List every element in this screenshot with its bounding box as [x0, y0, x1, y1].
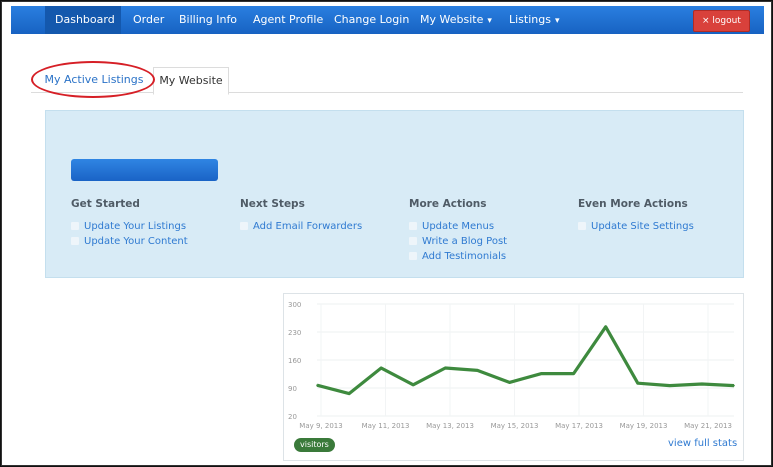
envelope-icon	[240, 222, 248, 230]
nav-listings[interactable]: Listings ▾	[509, 6, 560, 34]
link-add-email-forwarders[interactable]: Add Email Forwarders	[240, 221, 362, 232]
chevron-down-icon: ▾	[554, 16, 560, 26]
x-tick-label: May 9, 2013	[299, 422, 342, 430]
x-tick-label: May 19, 2013	[620, 422, 668, 430]
visitors-point	[604, 326, 607, 328]
y-tick-label: 20	[288, 413, 297, 421]
column-title-get-started: Get Started	[71, 198, 140, 210]
logout-button[interactable]: × logout	[693, 10, 750, 32]
nav-dashboard[interactable]: Dashboard	[45, 6, 121, 34]
link-update-menus[interactable]: Update Menus	[409, 221, 494, 232]
link-update-your-listings[interactable]: Update Your Listings	[71, 221, 186, 232]
top-navbar: Dashboard Order Billing Info Agent Profi…	[11, 6, 764, 34]
link-add-testimonials[interactable]: Add Testimonials	[409, 251, 506, 262]
visitors-point	[316, 384, 318, 386]
visitors-point	[508, 381, 511, 384]
pencil-icon	[409, 237, 417, 245]
document-icon	[71, 237, 79, 245]
x-tick-label: May 17, 2013	[555, 422, 603, 430]
nav-change-login[interactable]: Change Login	[334, 6, 409, 34]
column-title-more-actions: More Actions	[409, 198, 487, 210]
y-tick-label: 230	[288, 329, 301, 337]
chevron-down-icon: ▾	[487, 16, 492, 26]
x-tick-label: May 21, 2013	[684, 422, 732, 430]
view-full-stats-link[interactable]: view full stats	[668, 438, 737, 449]
x-tick-label: May 13, 2013	[426, 422, 474, 430]
visitors-point	[669, 384, 671, 387]
y-tick-label: 90	[288, 385, 297, 393]
progress-bar	[71, 159, 218, 181]
visitors-point	[380, 367, 382, 369]
chart-svg: 300 230 160 90 20May 9, 2013 May 11, 2013 May …	[288, 301, 735, 430]
tab-my-website[interactable]: My Website	[153, 67, 229, 95]
home-icon	[71, 222, 79, 230]
x-tick-label: May 15, 2013	[491, 422, 539, 430]
getting-started-panel	[45, 110, 744, 278]
legend-visitors: visitors	[294, 438, 335, 452]
comment-icon	[409, 252, 417, 260]
wrench-icon	[578, 222, 586, 230]
visitors-point	[572, 372, 575, 375]
y-tick-label: 300	[288, 301, 301, 309]
x-tick-label: May 11, 2013	[362, 422, 410, 430]
visitors-point	[636, 382, 639, 384]
highlight-ellipse	[31, 61, 155, 98]
dashboard-window: Dashboard Order Billing Info Agent Profi…	[0, 0, 773, 467]
link-write-a-blog-post[interactable]: Write a Blog Post	[409, 236, 507, 247]
list-icon	[409, 222, 417, 230]
link-update-your-content[interactable]: Update Your Content	[71, 236, 188, 247]
nav-agent-profile[interactable]: Agent Profile	[253, 6, 323, 34]
visitors-point	[348, 392, 350, 395]
column-title-next-steps: Next Steps	[240, 198, 305, 210]
y-tick-label: 160	[288, 357, 301, 365]
nav-order[interactable]: Order	[133, 6, 164, 34]
column-title-even-more-actions: Even More Actions	[578, 198, 688, 210]
nav-my-website[interactable]: My Website ▾	[420, 6, 492, 34]
visitors-point	[701, 383, 703, 385]
visitors-point	[733, 384, 735, 387]
visitors-chart: 300 230 160 90 20 May 9, 2013 May 11, 2013 May …	[283, 293, 744, 461]
nav-billing-info[interactable]: Billing Info	[179, 6, 237, 34]
visitors-point	[476, 369, 479, 372]
visitors-point	[412, 384, 415, 386]
visitors-point	[540, 372, 543, 375]
link-update-site-settings[interactable]: Update Site Settings	[578, 221, 694, 232]
visitors-point	[444, 367, 447, 369]
